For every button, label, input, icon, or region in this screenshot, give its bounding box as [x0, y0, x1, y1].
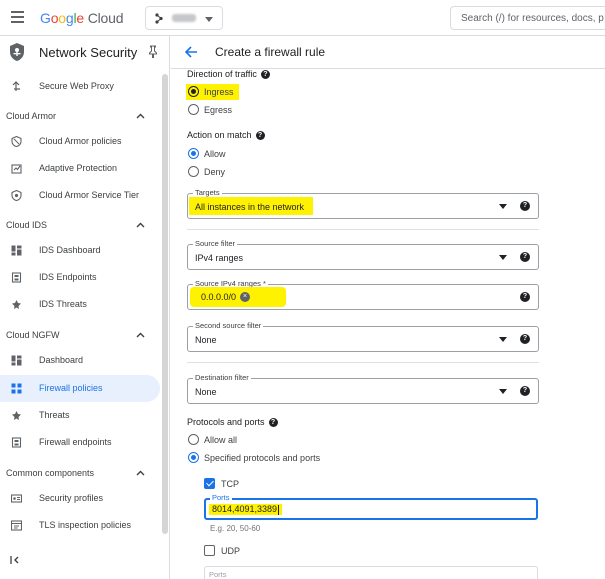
page-header: Create a firewall rule — [171, 36, 605, 69]
radio-button[interactable] — [188, 104, 199, 115]
pin-icon[interactable] — [149, 45, 157, 58]
chevron-down-icon — [205, 17, 213, 22]
help-icon[interactable]: ? — [520, 201, 530, 211]
tcp-ports-input[interactable]: Ports 8014,4091,3389 — [204, 493, 538, 520]
dashboard-icon — [11, 355, 22, 366]
dropdown-arrow-icon[interactable] — [499, 337, 507, 342]
help-icon[interactable]: ? — [520, 292, 530, 302]
threat-icon — [12, 411, 21, 420]
sidebar-section-common-components[interactable]: Common components — [0, 464, 160, 484]
radio-egress[interactable]: Egress — [186, 102, 246, 118]
destination-filter-select[interactable]: Destination filter None ? — [187, 373, 539, 404]
firewall-policies-icon — [11, 383, 22, 394]
ip-range-chip: 0.0.0.0/0 × — [193, 289, 254, 305]
chip-remove-icon[interactable]: × — [240, 292, 251, 302]
divider — [187, 362, 539, 363]
dashboard-icon — [11, 245, 22, 256]
sidebar-item-firewall-policies[interactable]: Firewall policies — [0, 375, 160, 402]
security-profile-icon — [11, 494, 22, 503]
direction-of-traffic-title: Direction of traffic? — [187, 69, 270, 80]
udp-ports-input[interactable]: Ports — [204, 566, 538, 579]
sidebar-item-ids-threats[interactable]: IDS Threats — [0, 291, 160, 318]
second-source-filter-select[interactable]: Second source filter None ? — [187, 321, 539, 352]
protocols-and-ports-title: Protocols and ports? — [187, 417, 278, 428]
sidebar-item-cloud-armor-service-tier[interactable]: Cloud Armor Service Tier — [0, 182, 160, 209]
help-icon[interactable]: ? — [260, 70, 270, 80]
sidebar-item-ids-endpoints[interactable]: IDS Endpoints — [0, 264, 160, 291]
radio-deny[interactable]: Deny — [186, 164, 246, 180]
sidebar-item-cloud-armor-policies[interactable]: Cloud Armor policies — [0, 128, 160, 155]
sidebar-item-ids-dashboard[interactable]: IDS Dashboard — [0, 237, 160, 264]
page-title: Create a firewall rule — [215, 45, 326, 59]
radio-specified-protocols[interactable]: Specified protocols and ports — [186, 450, 336, 466]
sidebar-nav: Secure Web Proxy Cloud Armor Cloud Armor… — [0, 69, 162, 579]
sidebar-item-dashboard[interactable]: Dashboard — [0, 347, 160, 374]
endpoint-icon — [11, 437, 22, 448]
help-icon[interactable]: ? — [268, 418, 278, 428]
chevron-up-icon — [136, 332, 145, 338]
sidebar-item-security-profiles[interactable]: Security profiles — [0, 485, 160, 512]
radio-button-selected[interactable] — [188, 86, 199, 97]
radio-button-selected[interactable] — [188, 148, 199, 159]
main-content: Create a firewall rule Direction of traf… — [171, 36, 605, 579]
radio-button[interactable] — [188, 434, 199, 445]
sidebar-section-cloud-armor[interactable]: Cloud Armor — [0, 107, 160, 127]
radio-allow[interactable]: Allow — [186, 146, 246, 162]
udp-checkbox[interactable] — [204, 545, 215, 556]
sidebar-scrollbar[interactable] — [162, 74, 168, 534]
chevron-up-icon — [136, 222, 145, 228]
sidebar: Network Security Secure Web Proxy Cloud … — [0, 36, 170, 579]
dropdown-arrow-icon[interactable] — [499, 255, 507, 260]
radio-ingress[interactable]: Ingress — [186, 84, 239, 100]
sidebar-item-tls-inspection-policies[interactable]: TLS inspection policies — [0, 512, 160, 539]
sidebar-item-threats[interactable]: Threats — [0, 402, 160, 429]
source-ipv4-ranges-field[interactable]: Source IPv4 ranges * 0.0.0.0/0 × ? — [187, 279, 539, 310]
chevron-up-icon — [136, 470, 145, 476]
udp-checkbox-row[interactable]: UDP — [204, 544, 254, 558]
project-name-redacted — [172, 14, 196, 22]
tcp-checkbox-row[interactable]: TCP — [204, 477, 254, 491]
dropdown-arrow-icon[interactable] — [499, 204, 507, 209]
ports-hint: E.g. 20, 50-60 — [210, 524, 261, 533]
source-filter-select[interactable]: Source filter IPv4 ranges ? — [187, 239, 539, 270]
search-input[interactable]: Search (/) for resources, docs, p — [450, 6, 605, 30]
top-bar: Google Cloud Search (/) for resources, d… — [0, 0, 605, 36]
divider — [187, 229, 539, 230]
help-icon[interactable]: ? — [255, 131, 265, 141]
help-icon[interactable]: ? — [520, 334, 530, 344]
proxy-icon — [12, 81, 20, 91]
action-on-match-title: Action on match? — [187, 130, 265, 141]
endpoint-icon — [11, 272, 22, 283]
adaptive-protection-icon — [11, 164, 22, 174]
back-arrow-icon[interactable] — [184, 45, 198, 59]
radio-button[interactable] — [188, 166, 199, 177]
sidebar-section-cloud-ngfw[interactable]: Cloud NGFW — [0, 326, 160, 346]
service-tier-icon — [11, 190, 22, 201]
tcp-checkbox[interactable] — [204, 478, 215, 489]
chevron-up-icon — [136, 113, 145, 119]
sidebar-item-adaptive-protection[interactable]: Adaptive Protection — [0, 155, 160, 182]
project-icon — [155, 13, 163, 24]
help-icon[interactable]: ? — [520, 386, 530, 396]
text-cursor — [278, 504, 280, 515]
main-menu-icon[interactable] — [11, 11, 24, 23]
help-icon[interactable]: ? — [520, 252, 530, 262]
targets-select[interactable]: Targets All instances in the network ? — [187, 188, 539, 219]
sidebar-title: Network Security — [39, 45, 138, 60]
sidebar-item-secure-web-proxy[interactable]: Secure Web Proxy — [0, 73, 160, 100]
radio-allow-all[interactable]: Allow all — [186, 432, 256, 448]
collapse-sidebar-icon[interactable] — [10, 554, 22, 566]
network-security-shield-icon — [10, 43, 24, 61]
tcp-ports-value: 8014,4091,3389 — [209, 504, 283, 515]
sidebar-section-cloud-ids[interactable]: Cloud IDS — [0, 216, 160, 236]
tls-icon — [11, 520, 22, 531]
armor-shield-icon — [11, 136, 22, 147]
sidebar-header: Network Security — [0, 36, 170, 69]
dropdown-arrow-icon[interactable] — [499, 389, 507, 394]
project-picker[interactable] — [145, 6, 223, 30]
threat-icon — [12, 300, 21, 309]
radio-button-selected[interactable] — [188, 452, 199, 463]
sidebar-item-firewall-endpoints[interactable]: Firewall endpoints — [0, 429, 160, 456]
google-cloud-logo[interactable]: Google Cloud — [40, 10, 123, 26]
